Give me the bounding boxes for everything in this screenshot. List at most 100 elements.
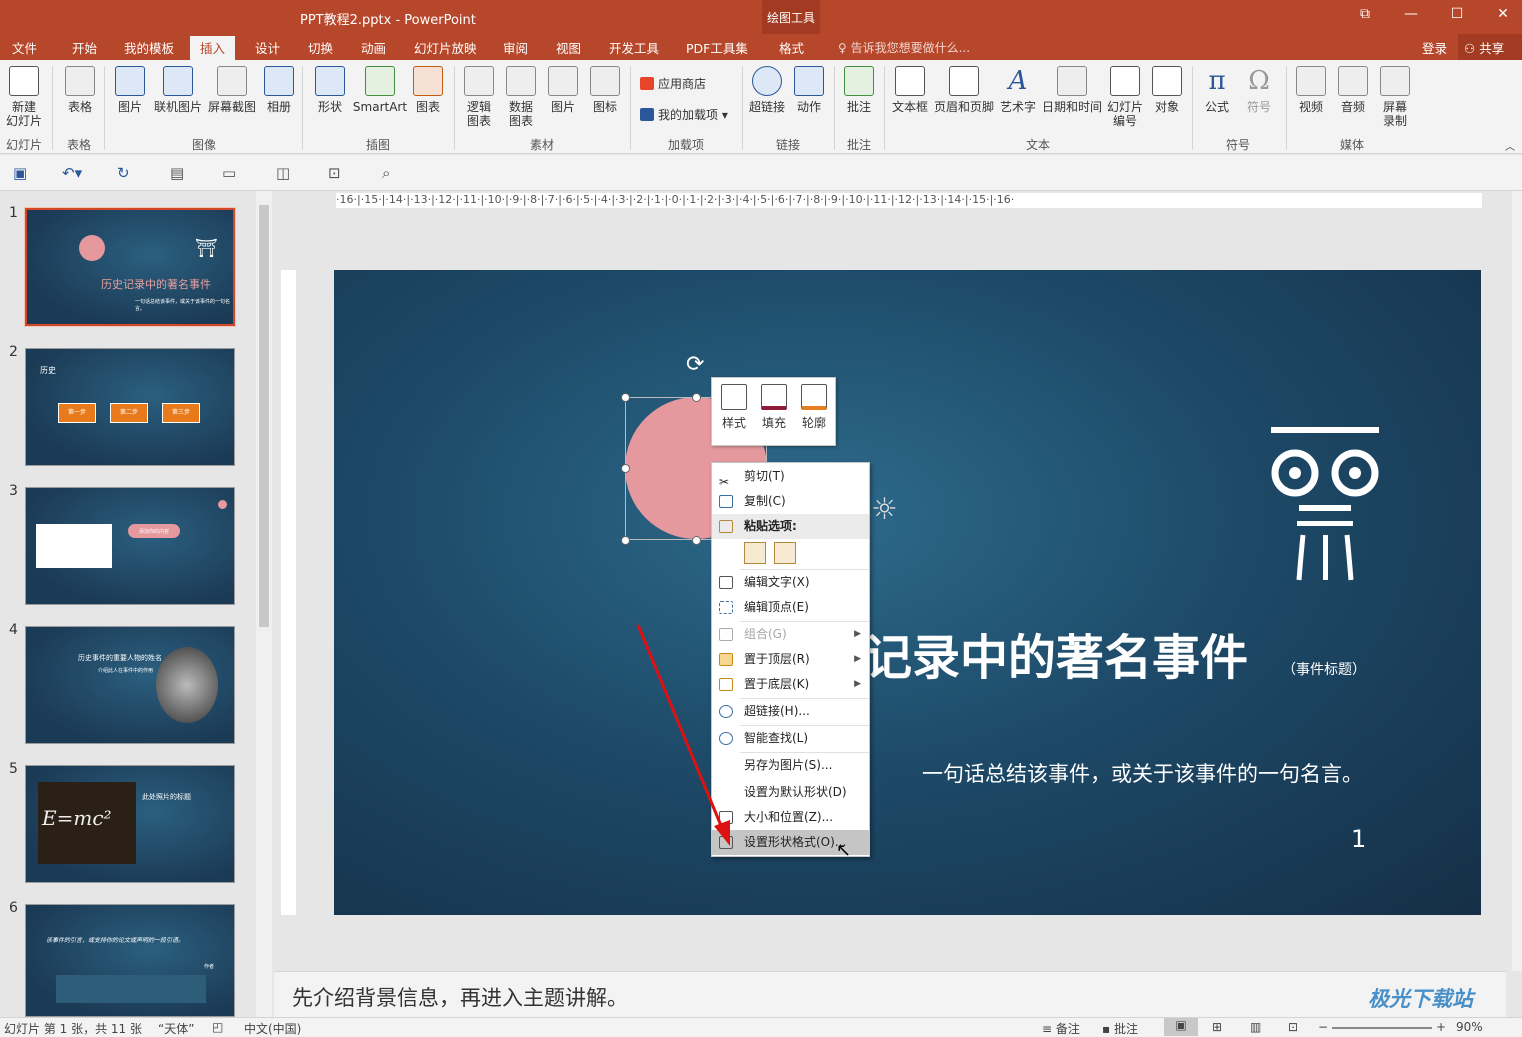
slide-thumbnail-1[interactable]: 历史记录中的著名事件 一句话总结该事件，或关于该事件的一句名言。 ⛩ (24, 207, 236, 327)
tab-view[interactable]: 视图 (556, 38, 581, 57)
tab-review[interactable]: 审阅 (503, 38, 528, 57)
slideshow-view-icon[interactable]: ⊡ (1288, 1020, 1298, 1034)
tab-my-templates[interactable]: 我的模板 (124, 38, 174, 57)
paste-as-picture-icon[interactable] (774, 542, 796, 564)
slideshow-qat-icon[interactable]: ◫ (276, 164, 290, 182)
online-picture-button[interactable]: 联机图片 (152, 66, 204, 114)
tab-developer[interactable]: 开发工具 (609, 38, 659, 57)
material-picture-button[interactable]: 图片 (546, 66, 580, 114)
undo-icon[interactable]: ↶▾ (62, 164, 82, 182)
scrollbar-thumb[interactable] (259, 205, 269, 627)
resize-handle[interactable] (621, 536, 630, 545)
slide-sorter-icon[interactable]: ⊞ (1212, 1020, 1222, 1034)
chart-button[interactable]: 图表 (412, 66, 444, 114)
symbol-button[interactable]: Ω 符号 (1240, 66, 1278, 114)
comment-button[interactable]: 批注 (842, 66, 876, 114)
minimize-button[interactable]: — (1396, 6, 1426, 22)
maximize-button[interactable]: ☐ (1442, 6, 1472, 22)
video-button[interactable]: 视频 (1292, 66, 1330, 114)
preview-qat-icon[interactable]: ⌕ (382, 164, 390, 182)
language-status[interactable]: 中文(中国) (244, 1020, 301, 1037)
resize-handle[interactable] (692, 393, 701, 402)
zoom-slider[interactable] (1332, 1027, 1432, 1029)
tab-file[interactable]: 文件 (12, 38, 37, 57)
resize-handle[interactable] (621, 464, 630, 473)
new-slide-button[interactable]: 新建 幻灯片 (4, 66, 44, 128)
icon-button[interactable]: 图标 (588, 66, 622, 114)
accessibility-icon[interactable]: ◰ (212, 1020, 223, 1034)
slide-thumbnail-3[interactable]: 添加你的内容 (25, 487, 235, 605)
rotate-handle-icon[interactable]: ⟳ (686, 352, 704, 377)
editor-scrollbar[interactable] (1512, 191, 1522, 971)
shape-style-button[interactable]: 样式 (716, 384, 752, 431)
tab-insert[interactable]: 插入 (190, 36, 236, 60)
tab-pdf-tools[interactable]: PDF工具集 (686, 38, 748, 57)
action-button[interactable]: 动作 (792, 66, 826, 114)
slide-title[interactable]: 记录中的著名事件 (864, 618, 1248, 688)
menu-item-edit-points[interactable]: 编辑顶点(E) (712, 595, 869, 620)
tell-me-search[interactable]: ♀ 告诉我您想要做什么... (838, 39, 970, 56)
paste-keep-formatting-icon[interactable] (744, 542, 766, 564)
equation-button[interactable]: π 公式 (1198, 66, 1236, 114)
tab-transitions[interactable]: 切换 (308, 38, 333, 57)
reading-view-icon[interactable]: ▥ (1250, 1020, 1261, 1034)
thumbnail-scrollbar[interactable] (256, 191, 272, 1017)
save-icon[interactable]: ▣ (13, 164, 27, 182)
picture-button[interactable]: 图片 (112, 66, 148, 114)
menu-item-cut[interactable]: ✂ 剪切(T) (712, 464, 869, 489)
normal-view-icon[interactable]: ▣ (1164, 1018, 1198, 1036)
store-button[interactable]: 应用商店 (640, 75, 706, 92)
notes-text[interactable]: 先介绍背景信息，再进入主题讲解。 (292, 982, 628, 1012)
datetime-button[interactable]: 日期和时间 (1040, 66, 1104, 114)
collapse-ribbon-icon[interactable]: ︿ (1505, 138, 1515, 153)
menu-item-copy[interactable]: 复制(C) (712, 489, 869, 514)
hyperlink-button[interactable]: 超链接 (748, 66, 786, 114)
screen-record-button[interactable]: 屏幕 录制 (1376, 66, 1414, 128)
slide-number-button[interactable]: 幻灯片 编号 (1104, 66, 1146, 128)
object-button[interactable]: 对象 (1150, 66, 1184, 114)
notes-pane[interactable]: 先介绍背景信息，再进入主题讲解。 (274, 971, 1506, 1017)
shapes-button[interactable]: 形状 (310, 66, 350, 114)
close-button[interactable]: ✕ (1488, 6, 1518, 22)
my-addins-button[interactable]: 我的加载项 ▾ (640, 106, 728, 123)
wordart-button[interactable]: A 艺术字 (998, 66, 1038, 114)
tab-slideshow[interactable]: 幻灯片放映 (414, 38, 477, 57)
menu-item-edit-text[interactable]: 编辑文字(X) (712, 570, 869, 595)
logic-chart-button[interactable]: 逻辑 图表 (462, 66, 496, 128)
zoom-in-icon[interactable]: + (1436, 1020, 1446, 1034)
tab-format[interactable]: 格式 (779, 38, 804, 57)
album-button[interactable]: 相册 (262, 66, 296, 114)
tab-design[interactable]: 设计 (255, 38, 280, 57)
shape-outline-button[interactable]: 轮廓 (796, 384, 832, 431)
current-slide[interactable]: ⟳ ☼ 记录中的著名事件 （事件标题） 一句话总结该事件，或关于该事件的一句名言… (334, 270, 1481, 915)
zoom-level[interactable]: 90% (1456, 1020, 1483, 1034)
slide-thumbnail-4[interactable]: 历史事件的重要人物的姓名 介绍此人在事件中的作用 (25, 626, 235, 744)
textbox-button[interactable]: 文本框 (890, 66, 930, 114)
notes-toggle-button[interactable]: ≡ 备注 (1042, 1020, 1080, 1037)
share-button[interactable]: ⚇ 共享 (1458, 34, 1522, 60)
audio-button[interactable]: 音频 (1334, 66, 1372, 114)
smartart-button[interactable]: SmartArt (352, 66, 408, 114)
tab-home[interactable]: 开始 (72, 38, 97, 57)
zoom-out-icon[interactable]: − (1318, 1020, 1328, 1034)
thumb-number: 2 (9, 344, 18, 360)
slide-thumbnail-5[interactable]: E=mc² 此处照片的标题 (25, 765, 235, 883)
present-qat-icon[interactable]: ⊡ (328, 164, 341, 182)
slide-thumbnail-6[interactable]: 该事件的引言，或支持你的论文或声明的一段引语。 作者 (25, 904, 235, 1017)
tab-animations[interactable]: 动画 (361, 38, 386, 57)
textbox-qat-icon[interactable]: ▭ (222, 164, 236, 182)
slide-thumbnail-2[interactable]: 历史 第一步 第二步 第三步 (25, 348, 235, 466)
data-chart-button[interactable]: 数据 图表 (504, 66, 538, 128)
table-button[interactable]: 表格 (62, 66, 98, 114)
comments-toggle-button[interactable]: ▪ 批注 (1102, 1020, 1138, 1037)
resize-handle[interactable] (621, 393, 630, 402)
redo-icon[interactable]: ↻ (117, 164, 130, 182)
resize-handle[interactable] (692, 536, 701, 545)
new-slide-qat-icon[interactable]: ▤ (170, 164, 184, 182)
shape-fill-button[interactable]: 填充 (756, 384, 792, 431)
slide-subtitle[interactable]: 一句话总结该事件，或关于该事件的一句名言。 (922, 758, 1363, 788)
header-footer-button[interactable]: 页眉和页脚 (932, 66, 996, 114)
login-link[interactable]: 登录 (1422, 38, 1447, 57)
screenshot-button[interactable]: 屏幕截图 (206, 66, 258, 114)
ribbon-display-options-button[interactable]: ⧉ (1350, 6, 1380, 22)
